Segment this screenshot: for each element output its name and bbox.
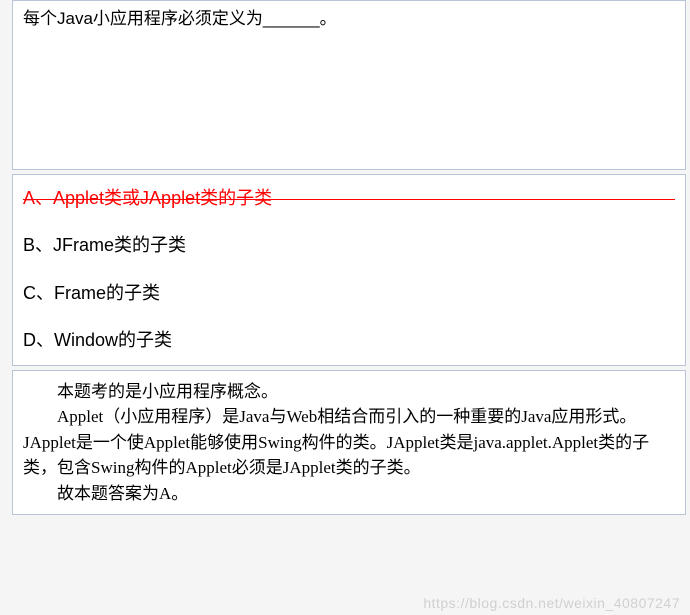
option-label: D、	[23, 330, 54, 350]
question-panel: 每个Java小应用程序必须定义为______。	[12, 0, 686, 170]
explanation-panel: 本题考的是小应用程序概念。 Applet（小应用程序）是Java与Web相结合而…	[12, 370, 686, 516]
option-text: Frame的子类	[54, 283, 160, 303]
explanation-line-1: 本题考的是小应用程序概念。	[23, 379, 675, 405]
option-label: A、	[23, 188, 53, 208]
option-d[interactable]: D、Window的子类	[13, 317, 685, 364]
option-text: JFrame类的子类	[53, 235, 186, 255]
options-panel: A、Applet类或JApplet类的子类 B、JFrame类的子类 C、Fra…	[12, 174, 686, 366]
explanation-line-3: 故本题答案为A。	[23, 481, 675, 507]
explanation-line-2: Applet（小应用程序）是Java与Web相结合而引入的一种重要的Java应用…	[23, 404, 675, 481]
option-text: Window的子类	[54, 330, 172, 350]
option-b[interactable]: B、JFrame类的子类	[13, 222, 685, 269]
option-label: C、	[23, 283, 54, 303]
watermark: https://blog.csdn.net/weixin_40807247	[423, 595, 680, 611]
option-text: Applet类或JApplet类的子类	[53, 188, 272, 208]
option-c[interactable]: C、Frame的子类	[13, 270, 685, 317]
option-label: B、	[23, 235, 53, 255]
question-text: 每个Java小应用程序必须定义为______。	[23, 7, 675, 31]
option-a[interactable]: A、Applet类或JApplet类的子类	[13, 175, 685, 222]
explanation-text: Applet（小应用程序）是Java与Web相结合而引入的一种重要的Java应用…	[23, 407, 649, 477]
